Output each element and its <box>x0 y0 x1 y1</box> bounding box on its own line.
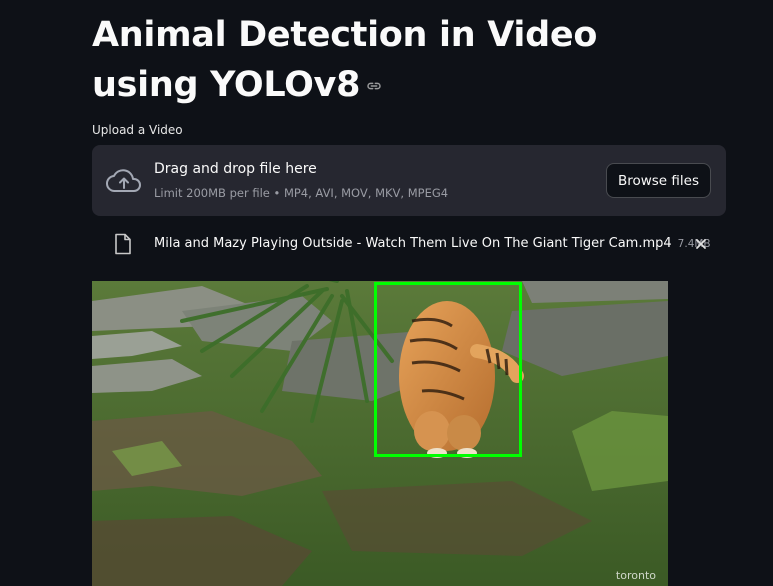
uploaded-file-item: Mila and Mazy Playing Outside - Watch Th… <box>92 228 726 260</box>
app-page: Animal Detection in Video using YOLOv8 U… <box>0 0 773 586</box>
uploaded-file-name: Mila and Mazy Playing Outside - Watch Th… <box>154 236 711 251</box>
upload-label: Upload a Video <box>92 123 183 137</box>
drop-instructions: Drag and drop file here <box>154 161 317 177</box>
link-icon[interactable] <box>366 78 382 94</box>
upload-limit-text: Limit 200MB per file • MP4, AVI, MOV, MK… <box>154 186 449 200</box>
file-name-text: Mila and Mazy Playing Outside - Watch Th… <box>154 236 672 251</box>
page-title: Animal Detection in Video using YOLOv8 <box>92 10 712 110</box>
file-icon <box>115 233 131 255</box>
browse-files-button[interactable]: Browse files <box>605 163 711 198</box>
close-icon[interactable] <box>692 235 710 253</box>
page-title-text: Animal Detection in Video using YOLOv8 <box>92 15 598 105</box>
file-dropzone[interactable]: Drag and drop file here Limit 200MB per … <box>92 145 726 216</box>
video-frame: toronto <box>92 281 668 586</box>
detection-bounding-box <box>374 282 522 457</box>
page-header: Animal Detection in Video using YOLOv8 <box>92 10 712 110</box>
cloud-upload-icon <box>106 169 141 192</box>
video-watermark: toronto <box>615 569 656 582</box>
